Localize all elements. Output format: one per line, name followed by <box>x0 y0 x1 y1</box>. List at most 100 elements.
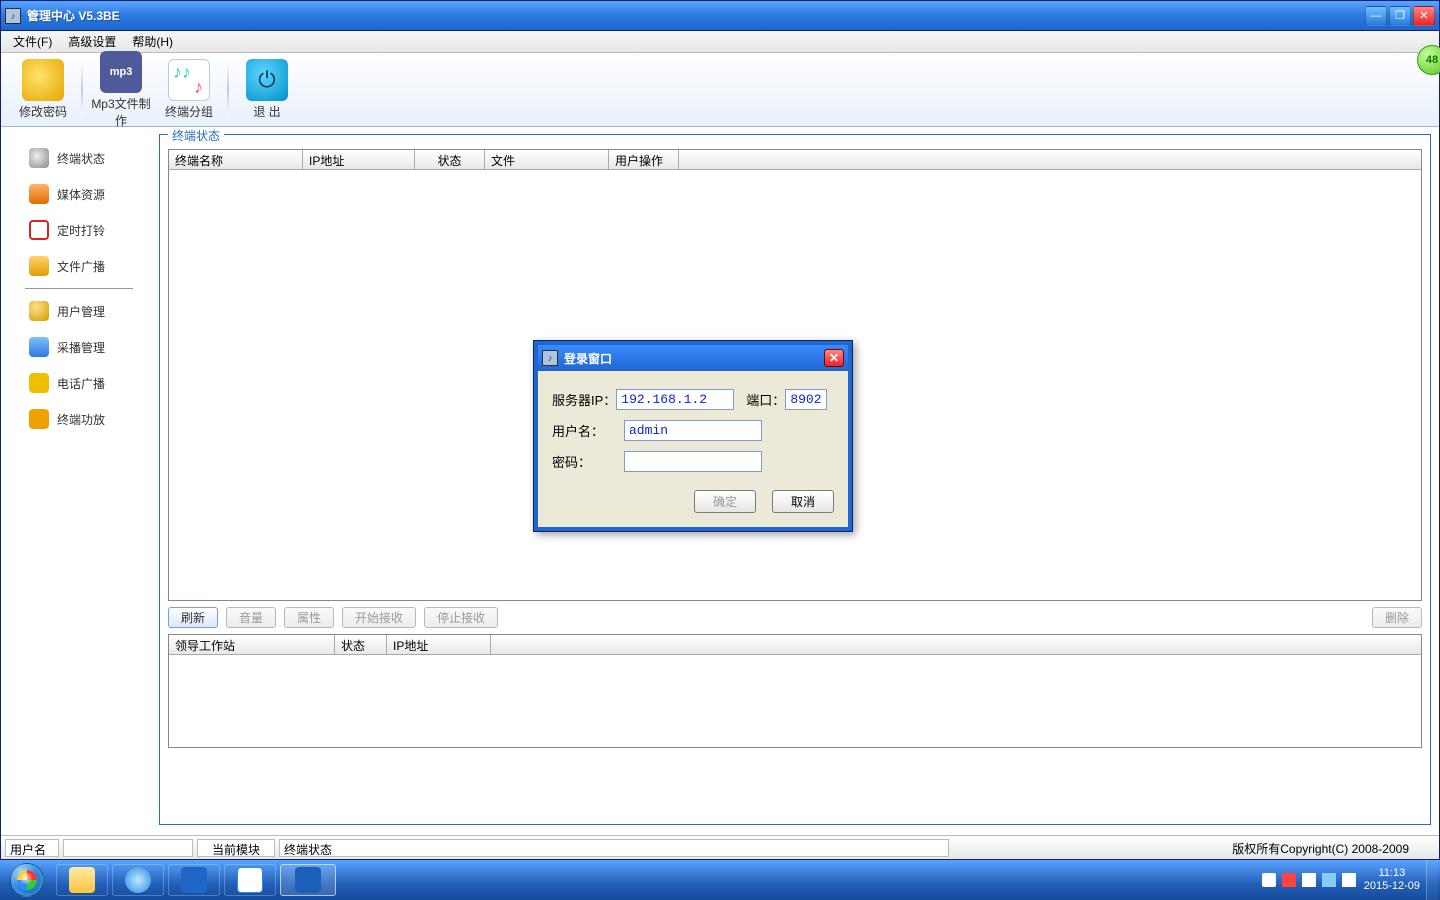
terminal-actions: 刷新 音量 属性 开始接收 停止接收 删除 <box>160 605 1430 630</box>
sidebar-item-phone-broadcast[interactable]: 电话广播 <box>1 365 157 401</box>
tray-network-icon[interactable] <box>1322 873 1336 887</box>
refresh-button[interactable]: 刷新 <box>168 607 218 628</box>
dialog-titlebar[interactable]: ♪ 登录窗口 ✕ <box>538 345 848 371</box>
password-input[interactable] <box>624 451 762 472</box>
sidebar-item-terminal-amp[interactable]: 终端功放 <box>1 401 157 437</box>
media-icon <box>29 184 49 204</box>
windows-taskbar: 11:13 2015-12-09 <box>0 860 1440 900</box>
sidebar-item-scheduled-bell[interactable]: 定时打铃 <box>1 212 157 248</box>
tray-flag-icon[interactable] <box>1302 873 1316 887</box>
folder-icon <box>69 867 95 893</box>
toolbar-change-password[interactable]: 修改密码 <box>9 59 77 120</box>
exit-icon: ⏻ <box>246 59 288 101</box>
window-title: 管理中心 V5.3BE <box>27 7 1363 24</box>
volume-button[interactable]: 音量 <box>226 607 276 628</box>
properties-button[interactable]: 属性 <box>284 607 334 628</box>
separator <box>25 288 133 289</box>
notification-badge[interactable]: 48 <box>1417 45 1440 75</box>
statusbar-module-label: 当前模块 <box>197 839 275 857</box>
statusbar-user-label: 用户名 <box>5 839 59 857</box>
ok-button[interactable]: 确定 <box>694 490 756 513</box>
toolbar-mp3-make-label: Mp3文件制作 <box>87 95 155 129</box>
server-ip-input[interactable] <box>616 389 734 410</box>
username-input[interactable] <box>624 420 762 441</box>
sidebar-item-terminal-status[interactable]: 终端状态 <box>1 140 157 176</box>
taskbar-current-app[interactable] <box>280 864 336 896</box>
user-icon <box>29 301 49 321</box>
separator <box>227 62 229 118</box>
window-minimize-button[interactable]: — <box>1365 6 1387 26</box>
phone-icon <box>29 373 49 393</box>
main-toolbar: 修改密码 mp3 Mp3文件制作 终端分组 ⏻ 退 出 48 <box>1 53 1439 127</box>
leader-table-header: 领导工作站 状态 IP地址 <box>169 635 1421 655</box>
taskbar-ie[interactable] <box>112 864 164 896</box>
cancel-button[interactable]: 取消 <box>772 490 834 513</box>
dialog-title: 登录窗口 <box>564 350 824 367</box>
username-label: 用户名： <box>552 421 624 440</box>
toolbar-change-password-label: 修改密码 <box>9 103 77 120</box>
col-file[interactable]: 文件 <box>485 150 609 169</box>
tray-chevron-icon[interactable] <box>1262 873 1276 887</box>
taskbar-explorer[interactable] <box>56 864 108 896</box>
toolbar-exit-label: 退 出 <box>233 103 301 120</box>
sidebar-item-label: 定时打铃 <box>57 222 105 239</box>
col-user-op[interactable]: 用户操作 <box>609 150 679 169</box>
taskbar-time: 11:13 <box>1364 867 1420 880</box>
leader-table-body[interactable] <box>169 655 1421 747</box>
col-leader-status[interactable]: 状态 <box>335 635 387 654</box>
show-desktop-button[interactable] <box>1426 860 1438 900</box>
sidebar-item-user-manage[interactable]: 用户管理 <box>1 293 157 329</box>
col-leader-ip[interactable]: IP地址 <box>387 635 491 654</box>
toolbar-terminal-group[interactable]: 终端分组 <box>155 59 223 120</box>
music-notes-icon <box>168 59 210 101</box>
stop-receive-button[interactable]: 停止接收 <box>424 607 498 628</box>
speaker-icon <box>29 148 49 168</box>
col-ip[interactable]: IP地址 <box>303 150 415 169</box>
server-ip-label: 服务器IP： <box>552 390 616 409</box>
start-button[interactable] <box>0 860 54 900</box>
port-input[interactable] <box>785 389 827 410</box>
statusbar: 用户名 当前模块 终端状态 版权所有Copyright(C) 2008-2009 <box>1 835 1439 859</box>
sidebar-item-label: 采播管理 <box>57 339 105 356</box>
col-status[interactable]: 状态 <box>415 150 485 169</box>
sidebar-item-capture-manage[interactable]: 采播管理 <box>1 329 157 365</box>
sidebar-item-label: 用户管理 <box>57 303 105 320</box>
menu-help[interactable]: 帮助(H) <box>124 33 181 50</box>
sidebar-item-label: 媒体资源 <box>57 186 105 203</box>
col-terminal-name[interactable]: 终端名称 <box>169 150 303 169</box>
dialog-body: 服务器IP： 端口： 用户名： 密码： 确定 取消 <box>538 371 848 527</box>
system-tray: 11:13 2015-12-09 <box>1260 860 1440 900</box>
start-receive-button[interactable]: 开始接收 <box>342 607 416 628</box>
windows-orb-icon <box>10 863 44 897</box>
statusbar-user-value <box>63 839 193 857</box>
col-leader-station[interactable]: 领导工作站 <box>169 635 335 654</box>
toolbar-mp3-make[interactable]: mp3 Mp3文件制作 <box>87 51 155 129</box>
window-restore-button[interactable]: ❐ <box>1389 6 1411 26</box>
taskbar-ie-tab[interactable] <box>224 864 276 896</box>
menu-file[interactable]: 文件(F) <box>5 33 60 50</box>
leader-table: 领导工作站 状态 IP地址 <box>168 634 1422 748</box>
sidebar-item-label: 文件广播 <box>57 258 105 275</box>
sidebar-item-label: 终端状态 <box>57 150 105 167</box>
window-titlebar[interactable]: ♪ 管理中心 V5.3BE — ❐ ✕ <box>1 1 1439 31</box>
mp3-icon: mp3 <box>100 51 142 93</box>
menu-advanced[interactable]: 高级设置 <box>60 33 124 50</box>
sidebar-item-file-broadcast[interactable]: 文件广播 <box>1 248 157 284</box>
app-icon <box>295 867 321 893</box>
delete-button[interactable]: 删除 <box>1372 607 1422 628</box>
window-close-button[interactable]: ✕ <box>1413 6 1435 26</box>
amp-icon <box>29 409 49 429</box>
bird-icon <box>181 867 207 893</box>
taskbar-clock[interactable]: 11:13 2015-12-09 <box>1364 867 1422 893</box>
sidebar-item-media-resource[interactable]: 媒体资源 <box>1 176 157 212</box>
separator <box>81 62 83 118</box>
taskbar-bird-app[interactable] <box>168 864 220 896</box>
broadcast-icon <box>29 256 49 276</box>
tray-shield-icon[interactable] <box>1282 873 1296 887</box>
tray-volume-icon[interactable] <box>1342 873 1356 887</box>
col-spacer <box>491 635 1421 654</box>
toolbar-exit[interactable]: ⏻ 退 出 <box>233 59 301 120</box>
app-icon: ♪ <box>5 8 21 24</box>
terminal-table-header: 终端名称 IP地址 状态 文件 用户操作 <box>169 150 1421 170</box>
dialog-close-button[interactable]: ✕ <box>824 349 844 367</box>
